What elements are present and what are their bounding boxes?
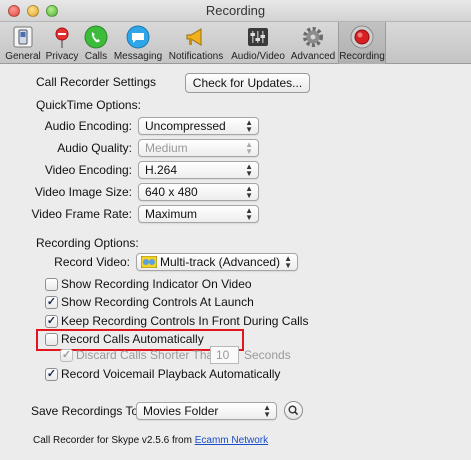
popup-arrows-icon: ▲ ▼ xyxy=(245,184,253,200)
show-recording-controls-label: Show Recording Controls At Launch xyxy=(61,295,254,309)
popup-arrows-icon: ▲ ▼ xyxy=(245,140,253,156)
gear-icon xyxy=(303,27,323,47)
call-recorder-settings-heading: Call Recorder Settings xyxy=(36,75,157,89)
keep-controls-in-front-checkbox[interactable]: ✓ xyxy=(45,315,58,328)
discard-short-calls-checkbox: ✓ xyxy=(60,349,73,362)
tab-audio-video[interactable]: Audio/Video xyxy=(229,22,287,64)
popup-arrows-icon: ▲ ▼ xyxy=(263,403,271,419)
ecamm-network-link[interactable]: Ecamm Network xyxy=(195,435,268,446)
multitrack-faces-icon xyxy=(140,255,158,269)
audio-quality-popup: Medium ▲ ▼ xyxy=(138,139,259,157)
popup-arrows-icon: ▲ ▼ xyxy=(284,254,292,270)
popup-arrows-icon: ▲ ▼ xyxy=(245,118,253,134)
tab-calls[interactable]: Calls xyxy=(82,22,110,64)
record-video-label: Record Video: xyxy=(54,255,130,269)
popup-arrows-icon: ▲ ▼ xyxy=(245,206,253,222)
reveal-folder-button[interactable] xyxy=(284,401,303,420)
chat-bubble-icon xyxy=(126,25,150,49)
tab-recording[interactable]: Recording xyxy=(338,22,386,64)
audio-encoding-label: Audio Encoding: xyxy=(44,119,132,133)
tab-notifications[interactable]: Notifications xyxy=(166,22,226,64)
video-encoding-label: Video Encoding: xyxy=(44,163,132,177)
recording-settings-panel: Call Recorder Settings Check for Updates… xyxy=(0,65,471,460)
recording-options-heading: Recording Options: xyxy=(36,236,139,250)
video-image-size-label: Video Image Size: xyxy=(34,185,132,199)
mixer-sliders-icon xyxy=(248,28,268,46)
show-recording-indicator-label: Show Recording Indicator On Video xyxy=(61,277,252,291)
seconds-unit-label: Seconds xyxy=(244,348,291,362)
save-recordings-label: Save Recordings To: xyxy=(31,404,142,418)
popup-arrows-icon: ▲ ▼ xyxy=(245,162,253,178)
quicktime-options-heading: QuickTime Options: xyxy=(36,98,141,112)
minimize-window-button[interactable] xyxy=(27,5,39,17)
video-frame-rate-label: Video Frame Rate: xyxy=(31,207,133,221)
record-calls-automatically-checkbox[interactable] xyxy=(45,333,58,346)
megaphone-icon xyxy=(186,28,202,46)
keep-controls-in-front-label: Keep Recording Controls In Front During … xyxy=(61,314,309,328)
tab-messaging[interactable]: Messaging xyxy=(113,22,163,64)
privacy-sign-icon xyxy=(55,27,69,48)
discard-short-calls-label: Discard Calls Shorter Than xyxy=(76,348,220,362)
close-window-button[interactable] xyxy=(8,5,20,17)
zoom-window-button[interactable] xyxy=(46,5,58,17)
phone-icon xyxy=(84,25,108,49)
record-voicemail-checkbox[interactable]: ✓ xyxy=(45,368,58,381)
magnifier-icon xyxy=(288,405,299,416)
version-info: Call Recorder for Skype v2.5.6 from Ecam… xyxy=(33,435,268,446)
title-bar: Recording xyxy=(0,0,471,22)
video-image-size-popup[interactable]: 640 x 480 ▲ ▼ xyxy=(138,183,259,201)
window-title: Recording xyxy=(205,3,266,18)
discard-seconds-field: 10 xyxy=(210,346,239,364)
save-recordings-popup[interactable]: Movies Folder ▲ ▼ xyxy=(136,402,277,420)
show-recording-controls-checkbox[interactable]: ✓ xyxy=(45,296,58,309)
tab-advanced[interactable]: Advanced xyxy=(290,22,336,64)
video-frame-rate-popup[interactable]: Maximum ▲ ▼ xyxy=(138,205,259,223)
check-for-updates-button[interactable]: Check for Updates... xyxy=(185,73,310,93)
record-video-popup[interactable]: Multi-track (Advanced) ▲ ▼ xyxy=(136,253,298,271)
version-text: Call Recorder for Skype v2.5.6 from xyxy=(33,435,192,446)
record-voicemail-label: Record Voicemail Playback Automatically xyxy=(61,367,281,381)
audio-encoding-popup[interactable]: Uncompressed ▲ ▼ xyxy=(138,117,259,135)
tab-general[interactable]: General xyxy=(4,22,42,64)
show-recording-indicator-checkbox[interactable] xyxy=(45,278,58,291)
preferences-toolbar: General Privacy Calls Messaging Notifica… xyxy=(0,22,471,64)
general-switch-icon xyxy=(13,26,33,48)
tab-privacy[interactable]: Privacy xyxy=(44,22,80,64)
record-calls-automatically-label: Record Calls Automatically xyxy=(61,332,204,346)
record-button-icon xyxy=(350,25,374,49)
video-encoding-popup[interactable]: H.264 ▲ ▼ xyxy=(138,161,259,179)
audio-quality-label: Audio Quality: xyxy=(57,141,132,155)
